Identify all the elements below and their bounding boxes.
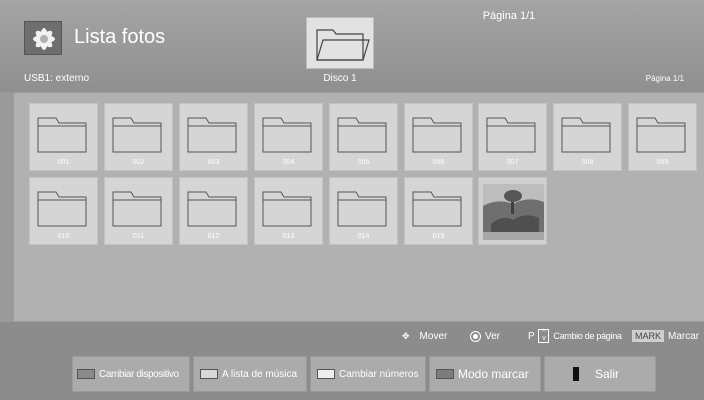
folder-number: 004 [282, 159, 295, 166]
page-key-label: P [528, 330, 535, 342]
folder-icon [412, 117, 462, 153]
folder-number: 011 [132, 233, 145, 240]
folder-icon [187, 117, 237, 153]
folder-tile[interactable]: 010 [29, 177, 98, 245]
folder-tile[interactable]: 012 [179, 177, 248, 245]
folder-number: 008 [581, 159, 594, 166]
music-list-button[interactable]: A lista de música [193, 356, 307, 392]
page-change-hint: P ^ v Cambio de página [528, 328, 622, 344]
folder-icon [37, 117, 87, 153]
folder-icon [561, 117, 611, 153]
photo-thumbnail [483, 184, 544, 240]
mark-mode-button[interactable]: Modo marcar [429, 356, 541, 392]
folder-number: 012 [207, 233, 220, 240]
folder-icon [37, 191, 87, 227]
folder-number: 005 [357, 159, 370, 166]
folder-number: 001 [57, 159, 70, 166]
arrows-icon: ✥ [402, 330, 410, 341]
view-label: Ver [485, 330, 501, 342]
view-hint: Ver [470, 328, 500, 344]
folder-number: 015 [432, 233, 445, 240]
folder-icon [262, 117, 312, 153]
folder-icon [112, 191, 162, 227]
folder-icon [112, 117, 162, 153]
exit-label: Salir [595, 367, 620, 381]
change-device-label: Cambiar dispositivo [99, 368, 179, 380]
folder-icon [262, 191, 312, 227]
folder-icon [486, 117, 536, 153]
exit-door-icon [573, 367, 579, 381]
folder-number: 013 [282, 233, 295, 240]
page-indicator: Página 1/1 [482, 10, 536, 22]
ok-button-icon [470, 330, 481, 342]
folder-tile[interactable]: 014 [329, 177, 398, 245]
folder-number: 003 [207, 159, 220, 166]
photo-flower-icon [24, 21, 62, 55]
folder-number: 007 [506, 159, 519, 166]
folder-icon [412, 191, 462, 227]
mark-hint: MARK Marcar [632, 328, 699, 344]
app-title: Lista fotos [74, 26, 166, 48]
disk-label: Disco 1 [323, 73, 357, 84]
folder-tile[interactable]: 004 [254, 103, 323, 171]
folder-number: 002 [132, 159, 145, 166]
folder-tile[interactable]: 002 [104, 103, 173, 171]
change-numbers-label: Cambiar números [339, 368, 419, 380]
page-change-label: Cambio de página [553, 331, 622, 341]
folder-tile[interactable]: 001 [29, 103, 98, 171]
photo-tile[interactable] [478, 177, 547, 245]
folder-tile[interactable]: 007 [478, 103, 547, 171]
folder-tile[interactable]: 015 [404, 177, 473, 245]
move-hint: ✥ Mover [402, 328, 447, 344]
music-list-label: A lista de música [222, 368, 298, 380]
folder-tile[interactable]: 006 [404, 103, 473, 171]
folder-icon [337, 117, 387, 153]
folder-tile[interactable]: 009 [628, 103, 697, 171]
photo-list-screen: Lista fotos Página 1/1 USB1: externo Dis… [0, 0, 704, 400]
blue-key-icon [436, 369, 454, 379]
folder-number: 009 [656, 159, 669, 166]
folder-icon [187, 191, 237, 227]
change-device-button[interactable]: Cambiar dispositivo [72, 356, 190, 392]
mark-mode-label: Modo marcar [458, 367, 529, 381]
folder-tile[interactable]: 005 [329, 103, 398, 171]
mark-key-badge: MARK [632, 330, 665, 342]
red-key-icon [77, 369, 95, 379]
mark-label: Marcar [668, 330, 700, 342]
move-label: Mover [419, 330, 448, 342]
yellow-key-icon [317, 369, 335, 379]
folder-tile[interactable]: 011 [104, 177, 173, 245]
folder-number: 010 [57, 233, 70, 240]
exit-button[interactable]: Salir [544, 356, 656, 392]
folder-tile[interactable]: 013 [254, 177, 323, 245]
folder-number: 006 [432, 159, 445, 166]
page-indicator-small: Página 1/1 [645, 74, 684, 83]
page-up-down-icon: ^ v [538, 329, 550, 343]
folder-number: 014 [357, 233, 370, 240]
folder-icon [636, 117, 686, 153]
green-key-icon [200, 369, 218, 379]
change-numbers-button[interactable]: Cambiar números [310, 356, 426, 392]
folder-icon [337, 191, 387, 227]
folder-tile[interactable]: 003 [179, 103, 248, 171]
current-folder-icon [306, 17, 374, 69]
folder-tile[interactable]: 008 [553, 103, 622, 171]
